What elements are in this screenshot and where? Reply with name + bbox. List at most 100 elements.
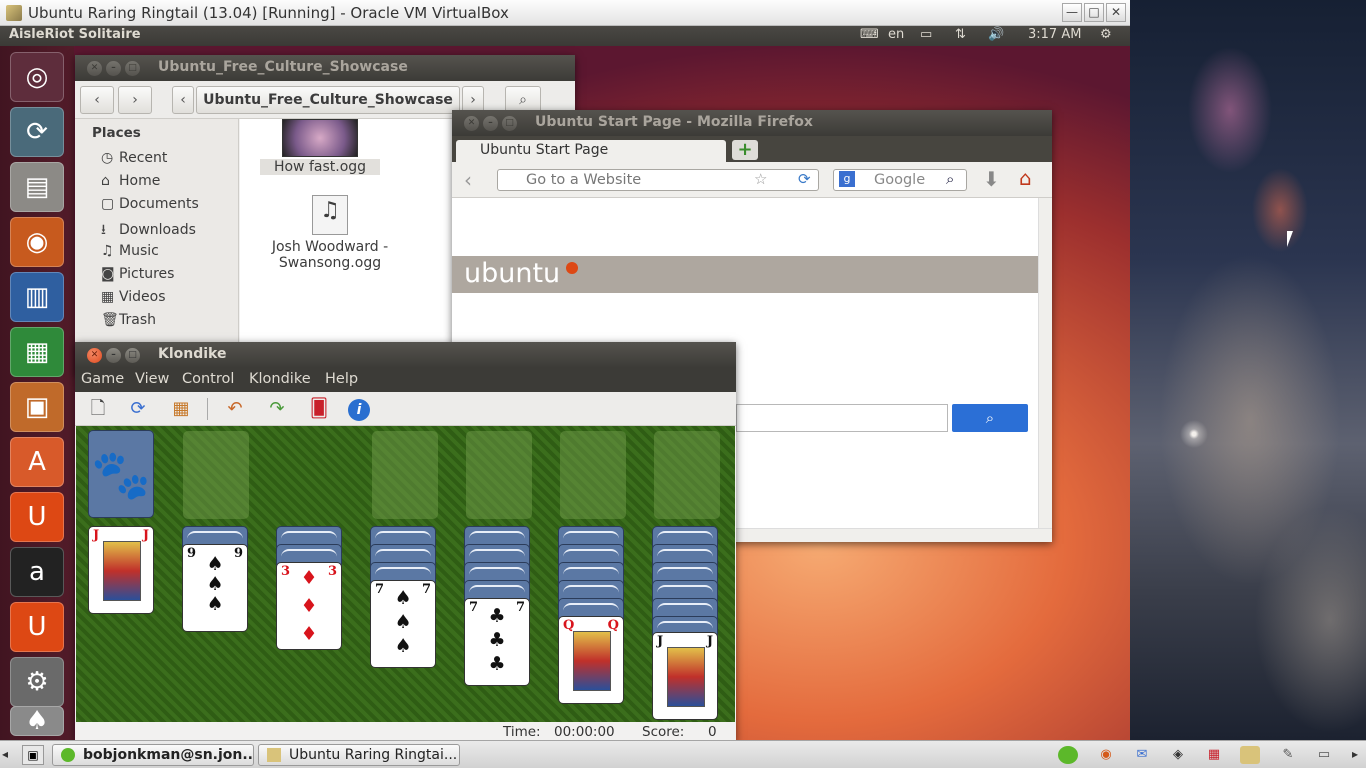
info-icon[interactable]: i [348,399,370,421]
show-desktop-icon[interactable]: ▣ [22,745,44,765]
taskbar-item-virtualbox[interactable]: Ubuntu Raring Ringtai... [258,744,460,766]
vertical-scrollbar[interactable] [1038,198,1052,528]
google-search-engine-icon[interactable]: g [839,171,855,187]
file-item[interactable]: How fast.ogg [260,119,380,175]
battery-icon[interactable]: ▭ [920,27,932,42]
virtualbox-tray-icon[interactable] [1240,746,1260,764]
files-icon[interactable]: ▤ [10,162,64,212]
file-item[interactable]: ♫ Josh Woodward - Swansong.ogg [260,195,400,271]
taskbar-scroll-right-icon[interactable]: ▸ [1352,747,1358,761]
minimize-icon[interactable]: – [106,348,121,363]
back-arrow-icon[interactable]: ‹ [464,168,472,192]
minimize-button[interactable]: — [1062,3,1082,22]
card-nine-spades[interactable]: 9 9 ♠ ♠ ♠ [182,544,248,632]
impress-icon[interactable]: ▣ [10,382,64,432]
maximize-icon[interactable]: □ [125,348,140,363]
forward-button[interactable]: › [118,86,152,114]
undo-icon[interactable]: ↶ [222,397,248,421]
minimize-icon[interactable]: – [106,61,121,76]
tab-ubuntu-start-page[interactable]: Ubuntu Start Page [456,140,726,162]
dash-home-icon[interactable]: ◎ [10,52,64,102]
back-button[interactable]: ‹ [80,86,114,114]
select-game-icon[interactable]: ▦ [168,397,194,421]
reload-icon[interactable]: ⟳ [798,170,811,188]
waste-slot[interactable] [183,431,249,519]
card-jack-clubs[interactable]: J J [652,632,718,720]
card-queen-diamonds[interactable]: Q Q [558,616,624,704]
taskbar-scroll-left-icon[interactable]: ◂ [2,747,8,761]
ubuntu-logo: ubuntu [464,258,561,289]
active-app-name: AisleRiot Solitaire [9,27,141,42]
card-jack-hearts[interactable]: J J [88,526,154,614]
close-icon[interactable]: ✕ [464,116,479,131]
hint-icon[interactable]: 🂠 [306,397,332,421]
software-center-icon[interactable]: A [10,437,64,487]
foundation-slot[interactable] [560,431,626,519]
firefox-tray-icon[interactable]: ◉ [1096,746,1116,764]
minimize-icon[interactable]: – [483,116,498,131]
place-trash[interactable]: 🗑Trash [101,312,156,328]
menu-control[interactable]: Control [182,371,234,387]
bookmark-star-icon[interactable]: ☆ [754,170,767,188]
close-button[interactable]: ✕ [1106,3,1126,22]
card-seven-clubs[interactable]: 7 7 ♣ ♣ ♣ [464,598,530,686]
place-videos[interactable]: ▦ Videos [101,289,166,305]
close-icon[interactable]: ✕ [87,348,102,363]
thunderbird-tray-icon[interactable]: ✉ [1132,746,1152,764]
place-recent[interactable]: ◷ Recent [101,150,167,166]
editor-tray-icon[interactable]: ✎ [1278,746,1298,764]
maximize-icon[interactable]: □ [125,61,140,76]
url-bar[interactable]: Go to a Website [497,169,819,191]
taskbar-item-terminal[interactable]: bobjonkman@sn.jon... [52,744,254,766]
stock-pile[interactable]: 🐾 [88,430,154,518]
breadcrumb-left-button[interactable]: ‹ [172,86,194,114]
menu-help[interactable]: Help [325,371,358,387]
start-page-search-button[interactable]: ⌕ [952,404,1028,432]
redo-icon[interactable]: ↷ [264,397,290,421]
firefox-icon[interactable]: ◉ [10,217,64,267]
network-icon[interactable]: ⇅ [955,27,966,42]
search-icon[interactable]: ⌕ [946,170,954,188]
apps-tray-icon[interactable]: ▦ [1204,746,1224,764]
menu-klondike[interactable]: Klondike [249,371,311,387]
maximize-icon[interactable]: □ [502,116,517,131]
place-home[interactable]: ⌂ Home [101,173,160,189]
menu-view[interactable]: View [135,371,169,387]
foundation-slot[interactable] [466,431,532,519]
clock[interactable]: 3:17 AM [1028,27,1081,42]
solitaire-icon[interactable]: ♠ [10,706,64,736]
card-three-diamonds[interactable]: 3 3 ♦ ♦ ♦ [276,562,342,650]
package-tray-icon[interactable]: ◈ [1168,746,1188,764]
foundation-slot[interactable] [654,431,720,519]
start-page-search-input[interactable] [736,404,948,432]
new-game-icon[interactable]: 🗋 [85,397,111,421]
calc-icon[interactable]: ▦ [10,327,64,377]
place-pictures[interactable]: ◙ Pictures [101,266,174,282]
maximize-button[interactable]: □ [1084,3,1104,22]
writer-icon[interactable]: ▥ [10,272,64,322]
new-tab-button[interactable]: + [732,140,758,160]
update-manager-icon[interactable]: ⟳ [10,107,64,157]
ubuntu-one-icon[interactable]: U [10,492,64,542]
folder-tray-icon[interactable]: ▭ [1314,746,1334,764]
ubuntu-one-music-icon[interactable]: U [10,602,64,652]
keyboard-layout-indicator[interactable]: en [888,27,904,42]
restart-icon[interactable]: ⟳ [125,397,151,421]
volume-icon[interactable]: 🔊 [988,27,1004,42]
menu-game[interactable]: Game [81,371,124,387]
pidgin-tray-icon[interactable] [1058,746,1078,764]
amazon-icon[interactable]: a [10,547,64,597]
card-seven-spades[interactable]: 7 7 ♠ ♠ ♠ [370,580,436,668]
foundation-slot[interactable] [372,431,438,519]
download-icon[interactable]: ⬇ [983,167,1000,191]
host-desktop-wallpaper [1130,0,1366,740]
system-settings-icon[interactable]: ⚙ [10,657,64,707]
close-icon[interactable]: ✕ [87,61,102,76]
gear-icon[interactable]: ⚙ [1100,27,1112,42]
place-downloads[interactable]: ⭳ Downloads [101,219,196,243]
place-documents[interactable]: ▢ Documents [101,196,199,212]
home-icon[interactable]: ⌂ [1019,166,1032,190]
place-music[interactable]: ♫ Music [101,243,159,259]
keyboard-icon[interactable]: ⌨ [860,27,879,42]
breadcrumb-current[interactable]: Ubuntu_Free_Culture_Showcase [196,86,460,114]
